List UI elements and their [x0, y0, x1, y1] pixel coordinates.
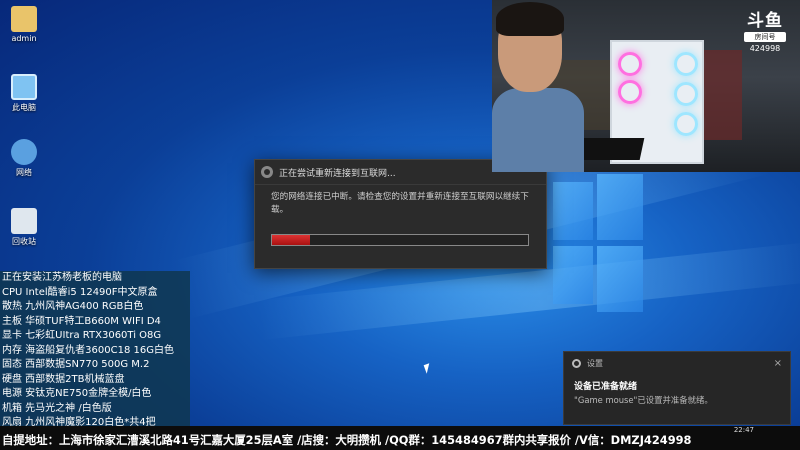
user-folder-icon: [11, 6, 37, 32]
rgb-fan: [674, 112, 698, 136]
stream-ticker: 自提地址：上海市徐家汇漕溪北路41号汇嘉大厦25层A室 /店搜：大明攒机 /QQ…: [2, 433, 692, 447]
spec-line: 电源 安钛克NE750金牌全模/白色: [2, 388, 152, 399]
toast-app-name: 设置: [587, 358, 603, 368]
desktop-icon-recycle-bin[interactable]: 回收站: [0, 208, 48, 247]
person-shirt: [492, 88, 584, 172]
app-icon: [261, 166, 273, 178]
progress-fill: [272, 235, 311, 245]
notification-toast[interactable]: 设置 × 设备已准备就绪 "Game mouse"已设置并准备就绪。: [563, 351, 791, 425]
spec-header: 正在安装江苏杨老板的电脑: [2, 272, 122, 283]
spec-line: 内存 海盗船复仇者3600C18 16G白色: [2, 344, 174, 356]
toast-message: "Game mouse"已设置并准备就绪。: [574, 395, 713, 405]
windows-logo: [553, 172, 643, 320]
person-hair: [496, 2, 564, 36]
download-progress-bar: [271, 234, 529, 246]
desktop-icon-network[interactable]: 网络: [0, 139, 48, 178]
gear-icon: [572, 358, 581, 368]
rgb-fan: [674, 82, 698, 106]
rgb-fan: [618, 80, 642, 104]
spec-line: CPU Intel酷睿i5 12490F中文原盒: [2, 286, 158, 298]
dialog-message: 您的网络连接已中断。请检查您的设置并重新连接至互联网以继续下载。: [271, 192, 529, 215]
desktop-icon-admin[interactable]: admin: [0, 6, 48, 43]
desktop-icon-this-pc[interactable]: 此电脑: [0, 74, 48, 113]
rgb-fan: [618, 52, 642, 76]
dialog-title: 正在尝试重新连接到互联网...: [279, 168, 396, 179]
computer-icon: [11, 74, 37, 100]
spec-line: 机箱 先马光之神 /白色版: [2, 402, 112, 414]
recycle-bin-icon: [11, 208, 37, 234]
douyu-logo: 斗鱼 房间号 424998: [736, 12, 794, 53]
spec-line: 显卡 七彩虹UItra RTX3060Ti O8G: [2, 330, 162, 341]
toast-header: 设置 ×: [564, 352, 790, 374]
rgb-fan: [674, 52, 698, 76]
spec-line: 散热 九州风神AG400 RGB白色: [2, 301, 144, 312]
reconnect-dialog[interactable]: 正在尝试重新连接到互联网... 您的网络连接已中断。请检查您的设置并重新连接至互…: [254, 159, 547, 269]
webcam-overlay: 斗鱼 房间号 424998: [492, 0, 800, 172]
toast-title: 设备已准备就绪: [574, 382, 638, 392]
spec-line: 主板 华硕TUF特工B660M WIFI D4: [2, 315, 161, 327]
close-icon[interactable]: ×: [774, 358, 782, 369]
network-icon: [11, 139, 37, 165]
build-spec-panel: 正在安装江苏杨老板的电脑 CPU Intel酷睿i5 12490F中文原盒 散热…: [0, 271, 190, 431]
spec-line: 硬盘 西部数据2TB机械蓝盘: [2, 373, 125, 385]
spec-line: 固态 西部数据SN770 500G M.2: [2, 359, 150, 370]
